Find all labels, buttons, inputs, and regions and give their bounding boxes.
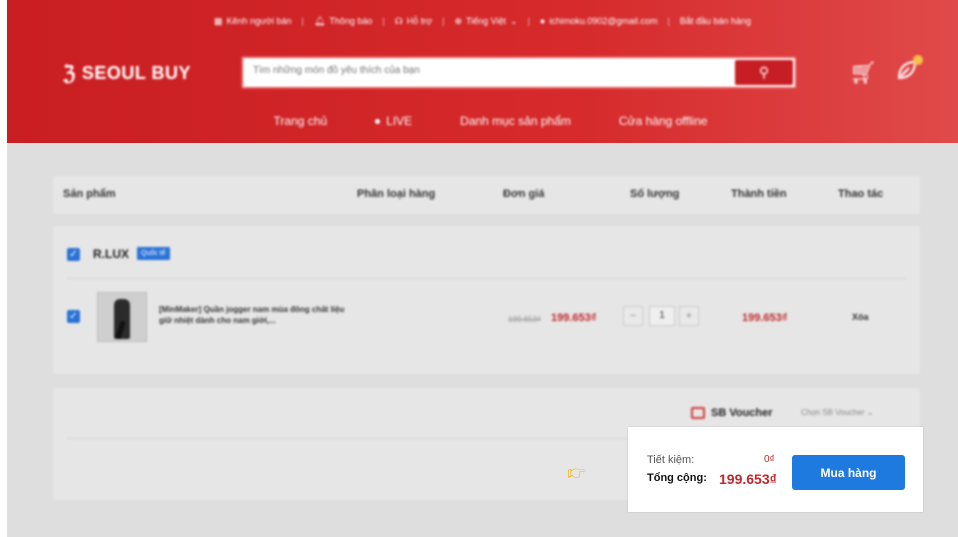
divider <box>67 278 907 279</box>
search-input[interactable] <box>253 65 723 76</box>
notifications-link[interactable]: 🔔︎ Thông báo <box>314 16 372 27</box>
search-icon: ⚲ <box>758 64 770 80</box>
product-title[interactable]: [MinMaker] Quần jogger nam mùa đông chất… <box>159 304 349 326</box>
col-actions: Thao tác <box>838 188 884 200</box>
voucher-icon <box>691 407 705 419</box>
unit-price: 199.653₫ <box>551 312 597 324</box>
quantity-increase-button[interactable]: + <box>679 306 699 326</box>
support-link[interactable]: ☊ Hỗ trợ <box>395 16 432 27</box>
account-link[interactable]: ● ichimoku.0902@gmail.com <box>540 16 658 26</box>
delete-item-button[interactable]: Xóa <box>852 312 869 322</box>
cart-icon[interactable]: 🛒︎ <box>849 60 877 86</box>
col-subtotal: Thành tiền <box>731 188 787 200</box>
shop-checkbox[interactable]: ✓ <box>67 248 80 261</box>
top-utility-bar: ▦ Kênh người bán | 🔔︎ Thông báo | ☊ Hỗ trợ … <box>7 11 958 31</box>
search-bar: ⚲ <box>241 56 797 89</box>
total-value: 199.653₫ <box>719 471 777 487</box>
savings-label: Tiết kiệm: <box>647 454 695 466</box>
nav-live[interactable]: LIVE <box>375 114 412 128</box>
col-variant: Phân loại hàng <box>357 188 436 200</box>
total-label: Tổng cộng: <box>647 472 707 484</box>
nav-offline-stores[interactable]: Cửa hàng offline <box>619 114 708 128</box>
notification-dot <box>913 55 923 65</box>
checkout-box: Tiết kiệm: 0₫ Tổng cộng: 199.653₫ Mua hà… <box>628 427 923 512</box>
savings-value: 0₫ <box>764 454 775 465</box>
brand-logo[interactable]: ℨ SEOUL BUY <box>63 61 191 86</box>
bell-icon: 🔔︎ <box>313 15 326 26</box>
separator: | <box>442 16 445 26</box>
quantity-input[interactable]: 1 <box>649 306 675 326</box>
shop-name[interactable]: R.LUX <box>93 247 129 261</box>
buy-button[interactable]: Mua hàng <box>792 455 905 490</box>
chevron-down-icon: ⌄ <box>510 15 518 26</box>
voucher-label: SB Voucher <box>711 407 773 419</box>
live-dot-icon <box>375 118 381 124</box>
col-quantity: Số lượng <box>630 188 680 200</box>
main-nav: Trang chủ LIVE Danh mục sản phẩm Cửa hàn… <box>7 114 958 128</box>
search-button[interactable]: ⚲ <box>735 60 793 85</box>
separator: | <box>382 16 385 26</box>
international-badge: Quốc tế <box>137 247 170 260</box>
user-menu[interactable] <box>895 55 923 82</box>
start-selling-link[interactable]: Bắt đầu bán hàng <box>680 16 751 26</box>
seoul-buy-logo-icon: ℨ <box>63 63 76 85</box>
line-total: 199.653₫ <box>742 312 788 324</box>
nav-categories[interactable]: Danh mục sản phẩm <box>460 114 571 128</box>
globe-icon: ⊕ <box>454 15 462 26</box>
shop-cart-panel: ✓ R.LUX Quốc tế ✓ [MinMaker] Quần jogger… <box>53 226 920 374</box>
original-price: 199.653₫ <box>508 315 542 324</box>
seller-channel-link[interactable]: ▦ Kênh người bán <box>214 16 292 27</box>
separator: | <box>301 16 304 26</box>
cart-table-header: Sản phẩm Phân loại hàng Đơn giá Số lượng… <box>53 176 920 214</box>
user-circle-icon: ● <box>539 16 546 26</box>
col-unit-price: Đơn giá <box>503 188 545 200</box>
site-header: ▦ Kênh người bán | 🔔︎ Thông báo | ☊ Hỗ trợ … <box>7 0 958 143</box>
separator: | <box>667 16 670 26</box>
chevron-down-icon: ⌄ <box>866 408 874 417</box>
language-selector[interactable]: ⊕ Tiếng Việt ⌄ <box>454 16 517 27</box>
quantity-decrease-button[interactable]: − <box>623 306 643 326</box>
col-product: Sản phẩm <box>63 188 116 200</box>
nav-home[interactable]: Trang chủ <box>274 114 328 128</box>
item-checkbox[interactable]: ✓ <box>67 310 80 323</box>
store-icon: ▦ <box>214 15 223 26</box>
product-thumbnail[interactable] <box>97 292 147 342</box>
separator: | <box>527 16 530 26</box>
pointing-hand-icon: 👉︎ <box>567 455 587 485</box>
voucher-select[interactable]: Chọn SB Voucher ⌄ <box>801 408 874 417</box>
headset-icon: ☊ <box>394 15 403 26</box>
